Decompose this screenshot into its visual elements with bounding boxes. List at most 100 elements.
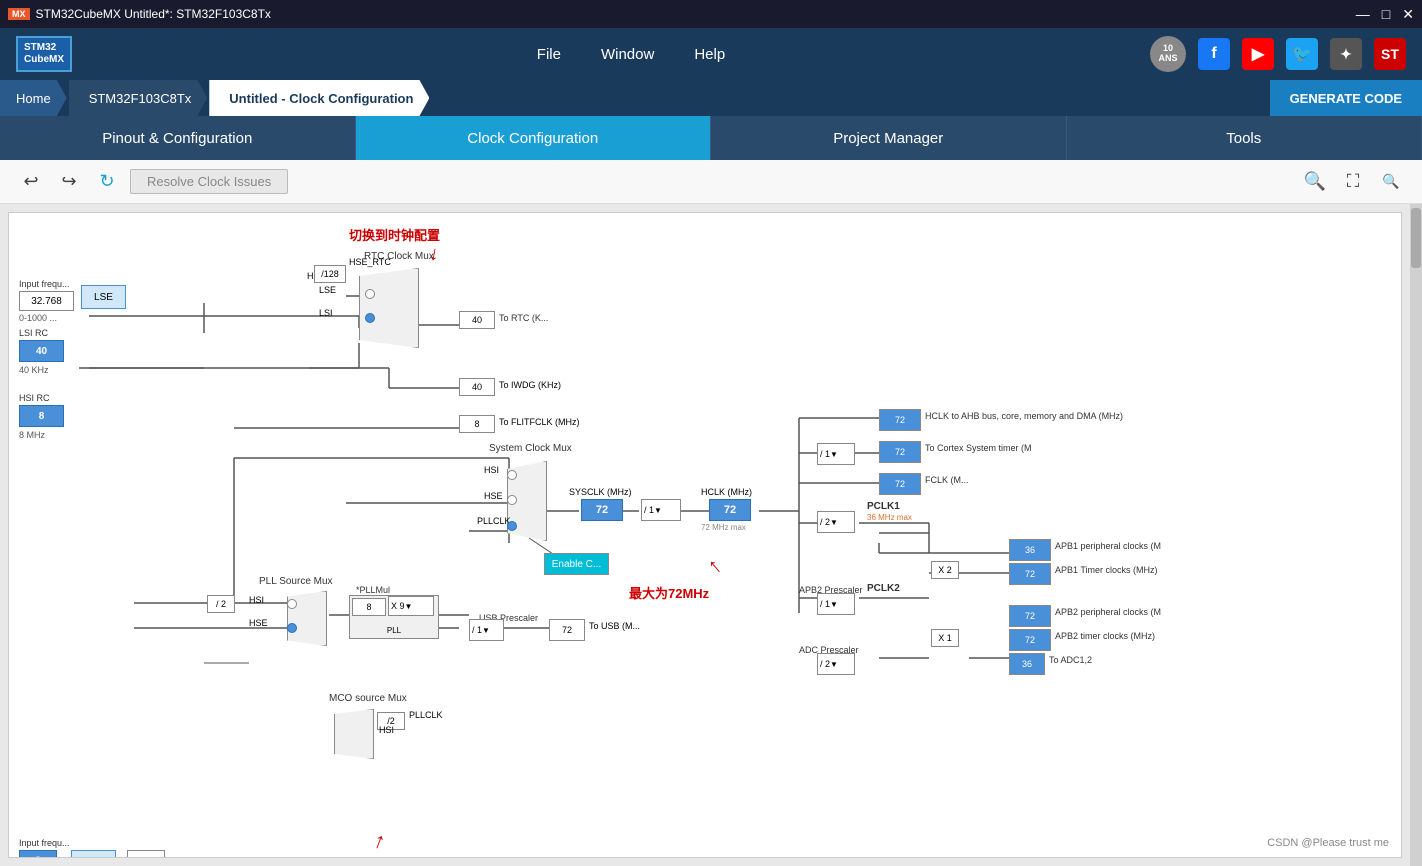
hse-div1-select[interactable]: / 1▼: [127, 850, 165, 858]
hclk-ahb-box[interactable]: 72: [879, 409, 921, 431]
lsi-rc-box[interactable]: 40: [19, 340, 64, 362]
title-bar: MX STM32CubeMX Untitled*: STM32F103C8Tx …: [0, 0, 1422, 28]
diagram-area[interactable]: 切换到时钟配置 ↓ RTC Clock Mux HSE /128 HSE_RTC…: [8, 212, 1402, 858]
crumb-home[interactable]: Home: [0, 80, 67, 116]
to-iwdg-box[interactable]: 40: [459, 378, 495, 396]
hse-rtc-mux-label: HSE_RTC: [349, 257, 391, 267]
pll-mul-box[interactable]: 8 X 9▼ PLL: [349, 595, 439, 639]
enable-css-button[interactable]: Enable C...: [544, 553, 609, 575]
pll-source-mux-label: PLL Source Mux: [259, 576, 333, 587]
to-flitfclk-box[interactable]: 8: [459, 415, 495, 433]
zoom-in-button[interactable]: 🔍: [1300, 167, 1330, 197]
div2-hsi-box[interactable]: / 2: [207, 595, 235, 613]
hsi-mco-label: HSI: [379, 725, 394, 735]
crumb-device[interactable]: STM32F103C8Tx: [69, 80, 208, 116]
radio-lse[interactable]: [365, 289, 375, 299]
st-logo[interactable]: ST: [1374, 38, 1406, 70]
pll-mul-select[interactable]: X 9▼: [388, 596, 434, 616]
radio-lsi[interactable]: [365, 313, 375, 323]
fclk-box[interactable]: 72: [879, 473, 921, 495]
radio-hse-sys[interactable]: [507, 495, 517, 505]
pll-val-box[interactable]: 8: [352, 598, 386, 616]
facebook-icon[interactable]: f: [1198, 38, 1230, 70]
app-logo: STM32CubeMX: [16, 36, 72, 72]
menu-window[interactable]: Window: [601, 46, 654, 63]
usb-val-box[interactable]: 72: [549, 619, 585, 641]
apb2-peripheral-box[interactable]: 72: [1009, 605, 1051, 627]
pclk2-label: PCLK2: [867, 583, 900, 594]
apb1-timer-box[interactable]: 72: [1009, 563, 1051, 585]
zoom-out-button[interactable]: 🔍: [1376, 167, 1406, 197]
apb1-peripheral-box[interactable]: 36: [1009, 539, 1051, 561]
radio-hse-pll[interactable]: [287, 623, 297, 633]
apb2-timer-box[interactable]: 72: [1009, 629, 1051, 651]
x1-box[interactable]: X 1: [931, 629, 959, 647]
mco-source-mux-label: MCO source Mux: [329, 693, 407, 704]
close-button[interactable]: ✕: [1402, 6, 1414, 23]
menu-help[interactable]: Help: [694, 46, 725, 63]
youtube-icon[interactable]: ▶: [1242, 38, 1274, 70]
tab-clock[interactable]: Clock Configuration: [356, 116, 712, 160]
cortex-timer-box[interactable]: 72: [879, 441, 921, 463]
hclk-box[interactable]: 72: [709, 499, 751, 521]
scrollbar-right[interactable]: [1410, 204, 1422, 866]
mco-source-mux[interactable]: [334, 709, 374, 759]
maximize-button[interactable]: □: [1382, 6, 1390, 23]
twitter-icon[interactable]: 🐦: [1286, 38, 1318, 70]
watermark: CSDN @Please trust me: [1267, 837, 1389, 849]
hclk-label: HCLK (MHz): [701, 487, 752, 497]
menu-right: 10ANS f ▶ 🐦 ✦ ST: [1150, 36, 1406, 72]
cortex-timer-label: To Cortex System timer (M: [925, 443, 1032, 453]
minimize-button[interactable]: —: [1356, 6, 1370, 23]
refresh-button[interactable]: ↻: [92, 167, 122, 197]
apb2-prescaler-select[interactable]: / 1▼: [817, 593, 855, 615]
div128-box[interactable]: /128: [314, 265, 346, 283]
to-rtc-box[interactable]: 40: [459, 311, 495, 329]
lse-block[interactable]: LSE: [81, 285, 126, 309]
apb1-prescaler-select[interactable]: / 2▼: [817, 511, 855, 533]
input-freq-hse-box[interactable]: 8: [19, 850, 57, 858]
adc-prescaler-select[interactable]: / 2▼: [817, 653, 855, 675]
tab-pinout[interactable]: Pinout & Configuration: [0, 116, 356, 160]
ahb-prescaler-select[interactable]: / 1▼: [641, 499, 681, 521]
pllclk-mco-label: PLLCLK: [409, 710, 443, 720]
lse-rtc-label: LSE: [319, 285, 336, 295]
input-freq-range: 0-1000 ...: [19, 313, 57, 323]
logo-area: STM32CubeMX: [16, 36, 72, 72]
anniversary-icon: 10ANS: [1150, 36, 1186, 72]
usb-prescaler-select[interactable]: / 1▼: [469, 619, 504, 641]
resolve-clock-issues-button[interactable]: Resolve Clock Issues: [130, 169, 288, 194]
radio-pllclk-sys[interactable]: [507, 521, 517, 531]
apb1-timer-label: APB1 Timer clocks (MHz): [1055, 565, 1158, 575]
adc-val-box[interactable]: 36: [1009, 653, 1045, 675]
system-clock-mux-label: System Clock Mux: [489, 443, 572, 454]
sysclk-label: SYSCLK (MHz): [569, 487, 632, 497]
apb1-peripheral-label: APB1 peripheral clocks (M: [1055, 541, 1161, 551]
radio-hsi-pll[interactable]: [287, 599, 297, 609]
redo-button[interactable]: ↪: [54, 167, 84, 197]
hse-block[interactable]: HSE: [71, 850, 116, 858]
network-icon[interactable]: ✦: [1330, 38, 1362, 70]
rtc-clock-mux-shape[interactable]: [359, 268, 419, 348]
tab-tools[interactable]: Tools: [1067, 116, 1422, 160]
x2-box[interactable]: X 2: [931, 561, 959, 579]
radio-hsi-sys[interactable]: [507, 470, 517, 480]
tab-project[interactable]: Project Manager: [711, 116, 1067, 160]
hsi-rc-box[interactable]: 8: [19, 405, 64, 427]
breadcrumb: Home STM32F103C8Tx Untitled - Clock Conf…: [0, 80, 1422, 116]
input-freq-lse-box[interactable]: 32.768: [19, 291, 74, 311]
usb-label: To USB (M...: [589, 621, 640, 631]
crumb-active[interactable]: Untitled - Clock Configuration: [209, 80, 429, 116]
fit-screen-button[interactable]: ⛶: [1338, 167, 1368, 197]
sysclk-box[interactable]: 72: [581, 499, 623, 521]
generate-code-button[interactable]: GENERATE CODE: [1270, 80, 1422, 116]
undo-button[interactable]: ↩: [16, 167, 46, 197]
hse-sys-label: HSE: [484, 491, 503, 501]
to-rtc-label: To RTC (K...: [499, 313, 548, 323]
app-icon: MX: [8, 8, 30, 20]
window-controls[interactable]: — □ ✕: [1356, 6, 1414, 23]
cortex-prescaler-select[interactable]: / 1▼: [817, 443, 855, 465]
menu-file[interactable]: File: [537, 46, 561, 63]
menu-items: File Window Help: [112, 46, 1150, 63]
scrollbar-thumb[interactable]: [1411, 208, 1421, 268]
